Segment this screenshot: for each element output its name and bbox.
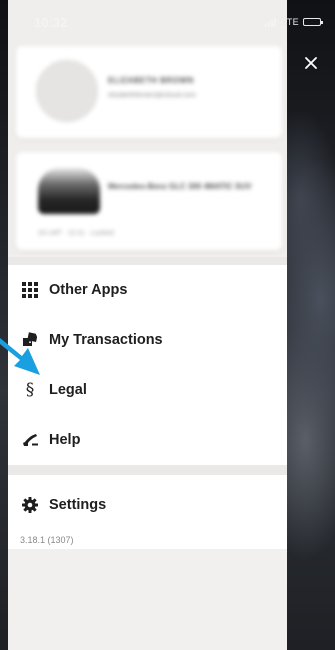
grid-icon [20, 280, 40, 300]
menu-item-label: Settings [49, 497, 107, 513]
menu-item-label: My Transactions [49, 332, 163, 348]
gear-icon [20, 495, 40, 515]
menu-item-help[interactable]: Help [8, 415, 287, 465]
avatar [36, 60, 98, 122]
vehicle-meta: 24 LMT · 12:11 · Locked [38, 230, 114, 237]
drawer-empty-area [8, 549, 287, 650]
menu-item-label: Other Apps [49, 282, 128, 298]
status-bar: 10:32 LTE [0, 0, 335, 44]
section-sign-icon: § [25, 380, 35, 400]
signal-icon [265, 17, 277, 27]
profile-email: elizabethbrown@icloud.com [108, 92, 196, 99]
section-divider [8, 465, 287, 475]
settings-section: Settings 3.18.1 (1307) [8, 475, 287, 549]
profile-name: ELIZABETH BROWN [108, 76, 194, 85]
close-icon [305, 57, 317, 69]
profile-card[interactable]: ELIZABETH BROWN elizabethbrown@icloud.co… [16, 46, 282, 138]
phone-icon [20, 430, 40, 450]
section-divider [8, 257, 287, 265]
menu-item-label: Help [49, 432, 81, 448]
app-version: 3.18.1 (1307) [20, 535, 74, 545]
menu-item-settings[interactable]: Settings [8, 480, 287, 530]
menu-item-other-apps[interactable]: Other Apps [8, 265, 287, 315]
vehicle-title: Mercedes-Benz GLC 300 4MATIC SUV [108, 182, 252, 191]
battery-icon [303, 18, 323, 26]
network-type: LTE [282, 17, 299, 27]
close-button[interactable] [300, 52, 322, 74]
status-indicators: LTE [265, 17, 323, 27]
vehicle-image [38, 168, 100, 214]
status-time: 10:32 [34, 14, 68, 30]
vehicle-card[interactable]: Mercedes-Benz GLC 300 4MATIC SUV 24 LMT … [16, 152, 282, 250]
menu-item-label: Legal [49, 382, 87, 398]
pointer-arrow-icon [0, 338, 40, 375]
